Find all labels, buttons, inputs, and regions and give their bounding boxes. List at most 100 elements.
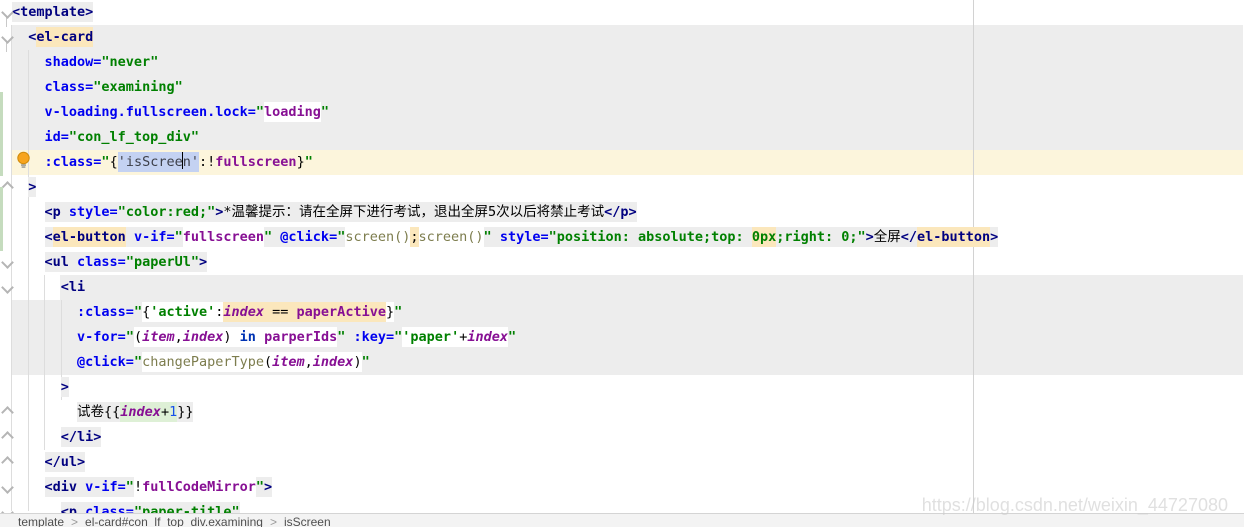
code-token: > [866,227,874,247]
code-token: " [484,227,492,247]
code-token: n' [183,152,199,172]
code-token: "con_lf_top_div" [69,129,199,145]
code-token: " [508,329,516,345]
code-token: el-button [53,227,126,247]
code-token: {{ [104,402,120,422]
fold-collapse-icon[interactable] [1,256,14,269]
code-line[interactable]: :class="{'active':index == paperActive}" [12,300,402,325]
code-token [492,227,500,247]
code-line[interactable]: v-loading.fullscreen.lock="loading" [12,100,329,125]
code-token: ( [134,327,142,347]
code-token: @click= [77,354,134,370]
code-line[interactable]: <el-card [12,25,93,50]
code-line[interactable]: </li> [12,425,101,450]
code-token: < [45,227,53,247]
code-token: , [305,352,313,372]
breadcrumb-item[interactable]: isScreen [284,515,331,527]
intention-bulb-icon[interactable] [16,151,31,173]
code-token: " [101,154,109,170]
code-line[interactable]: <p style="color:red;">*温馨提示：请在全屏下进行考试，退出… [12,200,637,225]
code-line[interactable]: </ul> [12,450,85,475]
code-token [12,279,61,295]
code-token: screen() [345,227,410,247]
code-token: changePaperType [142,352,264,372]
code-token: 1 [169,402,177,422]
code-line[interactable]: <ul class="paperUl"> [12,250,207,275]
code-token: </li> [61,427,102,447]
code-token [232,327,240,347]
breadcrumb-item[interactable]: el-card#con_lf_top_div.examining [85,515,263,527]
code-token [12,104,45,120]
fold-collapse-icon[interactable] [1,281,14,294]
code-token: v-loading.fullscreen.lock= [45,104,256,120]
code-token: "position: absolute;top: [549,227,752,247]
fold-collapse-icon[interactable] [1,31,14,44]
code-token: } [386,302,394,322]
code-token: ) [353,352,361,372]
code-line[interactable]: id="con_lf_top_div" [12,125,199,150]
code-token: " [134,304,142,320]
code-line[interactable]: <div v-if="!fullCodeMirror"> [12,475,272,500]
code-token: } [297,154,305,170]
code-token: screen() [419,227,484,247]
fold-collapse-icon[interactable] [1,481,14,494]
ide-editor: <template> <el-card shadow="never" class… [0,0,1244,527]
code-line[interactable]: 试卷{{index+1}} [12,400,193,425]
code-token: " [126,329,134,345]
code-token [345,329,353,345]
breadcrumb-item[interactable]: template [18,515,64,527]
code-token: index [183,327,224,347]
code-token: > [264,477,272,497]
code-token: <p [45,202,69,222]
code-token: 全屏 [874,227,901,247]
fold-collapse-icon[interactable] [1,6,14,19]
code-token: loading [264,102,321,122]
code-token: in [240,327,256,347]
breadcrumb-separator: > [71,515,78,527]
right-margin-guide [973,0,974,513]
code-line[interactable]: @click="changePaperType(item,index)" [12,350,370,375]
code-token: " [321,104,329,120]
fold-end-icon[interactable] [1,431,14,444]
code-token [12,129,45,145]
fold-end-icon[interactable] [1,456,14,469]
code-line[interactable]: > [12,175,36,200]
code-line[interactable]: > [12,375,69,400]
code-token: :key= [354,329,395,345]
code-token: 'active' [150,302,215,322]
code-token [12,354,77,370]
vcs-change-bar [0,187,3,251]
code-token: :class= [45,154,102,170]
code-token: id= [45,129,69,145]
code-line[interactable]: v-for="(item,index) in parperIds" :key="… [12,325,516,350]
code-token [12,379,61,395]
code-token: "never" [101,54,158,70]
code-token: v-for= [77,329,126,345]
vcs-change-bar [0,92,3,176]
code-token: ( [264,352,272,372]
code-token: : [199,154,207,170]
code-token [12,179,28,195]
gutter [0,0,12,527]
code-line[interactable]: class="examining" [12,75,183,100]
code-token: 'isScree [118,152,183,172]
code-token: 'paper' [402,327,459,347]
code-token: }} [177,402,193,422]
code-line[interactable]: <li [12,275,85,300]
code-token: 试卷 [77,402,104,422]
code-token: <li [61,279,85,295]
fold-end-icon[interactable] [1,406,14,419]
code-line[interactable]: <template> [12,0,93,25]
code-token: " [175,227,183,247]
fold-end-icon[interactable] [1,181,14,194]
code-token: fullCodeMirror [142,477,256,497]
code-token: > [990,227,998,247]
code-line[interactable]: shadow="never" [12,50,158,75]
code-token: " [256,104,264,120]
code-token: index [313,352,354,372]
code-token: ! [134,477,142,497]
code-token [12,229,45,245]
code-line[interactable]: <el-button v-if="fullscreen" @click="scr… [12,225,998,250]
fragment-band-li-head [60,275,1243,300]
code-line[interactable]: :class="{'isScreen':!fullscreen}" [12,150,313,175]
